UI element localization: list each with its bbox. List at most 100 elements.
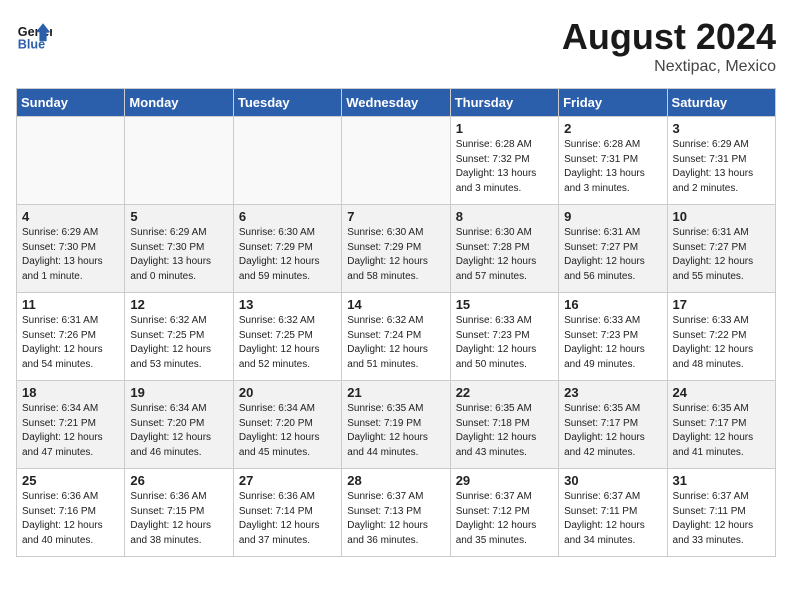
day-number: 29 [456,473,553,488]
calendar-day-17: 17 Sunrise: 6:33 AM Sunset: 7:22 PM Dayli… [667,293,775,381]
day-info: Sunrise: 6:28 AM Sunset: 7:32 PM Dayligh… [456,138,553,196]
day-number: 10 [673,209,770,224]
day-number: 21 [347,385,444,400]
calendar-day-22: 22 Sunrise: 6:35 AM Sunset: 7:18 PM Dayli… [450,381,558,469]
day-number: 27 [239,473,336,488]
day-number: 28 [347,473,444,488]
day-info: Sunrise: 6:29 AM Sunset: 7:31 PM Dayligh… [673,138,770,196]
day-info: Sunrise: 6:33 AM Sunset: 7:23 PM Dayligh… [456,314,553,372]
calendar-day-28: 28 Sunrise: 6:37 AM Sunset: 7:13 PM Dayli… [342,469,450,557]
day-info: Sunrise: 6:36 AM Sunset: 7:14 PM Dayligh… [239,490,336,548]
day-info: Sunrise: 6:30 AM Sunset: 7:29 PM Dayligh… [347,226,444,284]
day-number: 22 [456,385,553,400]
day-info: Sunrise: 6:37 AM Sunset: 7:12 PM Dayligh… [456,490,553,548]
day-number: 3 [673,121,770,136]
month-year: August 2024 [562,16,776,58]
calendar-day-29: 29 Sunrise: 6:37 AM Sunset: 7:12 PM Dayli… [450,469,558,557]
calendar-empty-cell [342,117,450,205]
calendar-day-8: 8Sunrise: 6:30 AM Sunset: 7:28 PM Daylig… [450,205,558,293]
weekday-header-wednesday: Wednesday [342,89,450,117]
day-number: 23 [564,385,661,400]
day-info: Sunrise: 6:29 AM Sunset: 7:30 PM Dayligh… [130,226,227,284]
calendar-week-row: 4 Sunrise: 6:29 AM Sunset: 7:30 PM Daylig… [17,205,776,293]
day-number: 11 [22,297,119,312]
calendar-day-26: 26Sunrise: 6:36 AM Sunset: 7:15 PM Dayli… [125,469,233,557]
calendar-day-7: 7 Sunrise: 6:30 AM Sunset: 7:29 PM Daylig… [342,205,450,293]
day-info: Sunrise: 6:34 AM Sunset: 7:21 PM Dayligh… [22,402,119,460]
day-info: Sunrise: 6:35 AM Sunset: 7:17 PM Dayligh… [564,402,661,460]
location: Nextipac, Mexico [562,58,776,76]
logo: General Blue [16,16,52,52]
day-number: 17 [673,297,770,312]
calendar-day-1: 1 Sunrise: 6:28 AM Sunset: 7:32 PM Daylig… [450,117,558,205]
calendar-day-2: 2 Sunrise: 6:28 AM Sunset: 7:31 PM Daylig… [559,117,667,205]
day-number: 14 [347,297,444,312]
day-number: 20 [239,385,336,400]
calendar-day-24: 24 Sunrise: 6:35 AM Sunset: 7:17 PM Dayli… [667,381,775,469]
calendar-day-27: 27 Sunrise: 6:36 AM Sunset: 7:14 PM Dayli… [233,469,341,557]
calendar-day-14: 14 Sunrise: 6:32 AM Sunset: 7:24 PM Dayli… [342,293,450,381]
calendar-table: SundayMondayTuesdayWednesdayThursdayFrid… [16,88,776,557]
day-number: 9 [564,209,661,224]
calendar-day-9: 9 Sunrise: 6:31 AM Sunset: 7:27 PM Daylig… [559,205,667,293]
day-number: 1 [456,121,553,136]
page-header: General Blue August 2024 Nextipac, Mexic… [16,16,776,76]
calendar-day-13: 13Sunrise: 6:32 AM Sunset: 7:25 PM Dayli… [233,293,341,381]
calendar-day-25: 25 Sunrise: 6:36 AM Sunset: 7:16 PM Dayli… [17,469,125,557]
day-info: Sunrise: 6:31 AM Sunset: 7:27 PM Dayligh… [673,226,770,284]
day-info: Sunrise: 6:32 AM Sunset: 7:25 PM Dayligh… [239,314,336,372]
calendar-week-row: 11Sunrise: 6:31 AM Sunset: 7:26 PM Dayli… [17,293,776,381]
day-info: Sunrise: 6:32 AM Sunset: 7:25 PM Dayligh… [130,314,227,372]
weekday-header-sunday: Sunday [17,89,125,117]
calendar-day-3: 3 Sunrise: 6:29 AM Sunset: 7:31 PM Daylig… [667,117,775,205]
day-info: Sunrise: 6:31 AM Sunset: 7:27 PM Dayligh… [564,226,661,284]
day-number: 15 [456,297,553,312]
calendar-empty-cell [17,117,125,205]
day-info: Sunrise: 6:37 AM Sunset: 7:13 PM Dayligh… [347,490,444,548]
day-info: Sunrise: 6:37 AM Sunset: 7:11 PM Dayligh… [673,490,770,548]
day-info: Sunrise: 6:35 AM Sunset: 7:19 PM Dayligh… [347,402,444,460]
day-info: Sunrise: 6:36 AM Sunset: 7:16 PM Dayligh… [22,490,119,548]
calendar-day-20: 20 Sunrise: 6:34 AM Sunset: 7:20 PM Dayli… [233,381,341,469]
weekday-header-saturday: Saturday [667,89,775,117]
calendar-empty-cell [125,117,233,205]
day-info: Sunrise: 6:33 AM Sunset: 7:22 PM Dayligh… [673,314,770,372]
calendar-day-4: 4Sunrise: 6:29 AM Sunset: 7:30 PM Daylig… [17,205,125,293]
calendar-day-21: 21 Sunrise: 6:35 AM Sunset: 7:19 PM Dayli… [342,381,450,469]
weekday-header-tuesday: Tuesday [233,89,341,117]
day-number: 18 [22,385,119,400]
day-info: Sunrise: 6:37 AM Sunset: 7:11 PM Dayligh… [564,490,661,548]
calendar-day-18: 18 Sunrise: 6:34 AM Sunset: 7:21 PM Dayli… [17,381,125,469]
day-number: 7 [347,209,444,224]
day-info: Sunrise: 6:32 AM Sunset: 7:24 PM Dayligh… [347,314,444,372]
calendar-day-30: 30Sunrise: 6:37 AM Sunset: 7:11 PM Dayli… [559,469,667,557]
calendar-day-6: 6Sunrise: 6:30 AM Sunset: 7:29 PM Daylig… [233,205,341,293]
calendar-week-row: 1 Sunrise: 6:28 AM Sunset: 7:32 PM Daylig… [17,117,776,205]
day-info: Sunrise: 6:35 AM Sunset: 7:18 PM Dayligh… [456,402,553,460]
weekday-header-friday: Friday [559,89,667,117]
day-info: Sunrise: 6:33 AM Sunset: 7:23 PM Dayligh… [564,314,661,372]
day-number: 26 [130,473,227,488]
day-info: Sunrise: 6:30 AM Sunset: 7:28 PM Dayligh… [456,226,553,284]
calendar-day-19: 19Sunrise: 6:34 AM Sunset: 7:20 PM Dayli… [125,381,233,469]
day-number: 25 [22,473,119,488]
title-block: August 2024 Nextipac, Mexico [562,16,776,76]
day-info: Sunrise: 6:28 AM Sunset: 7:31 PM Dayligh… [564,138,661,196]
day-number: 2 [564,121,661,136]
calendar-day-15: 15 Sunrise: 6:33 AM Sunset: 7:23 PM Dayli… [450,293,558,381]
day-number: 31 [673,473,770,488]
calendar-day-23: 23 Sunrise: 6:35 AM Sunset: 7:17 PM Dayli… [559,381,667,469]
calendar-day-12: 12Sunrise: 6:32 AM Sunset: 7:25 PM Dayli… [125,293,233,381]
day-number: 4 [22,209,119,224]
calendar-day-31: 31 Sunrise: 6:37 AM Sunset: 7:11 PM Dayli… [667,469,775,557]
calendar-day-5: 5Sunrise: 6:29 AM Sunset: 7:30 PM Daylig… [125,205,233,293]
weekday-header-thursday: Thursday [450,89,558,117]
calendar-week-row: 25 Sunrise: 6:36 AM Sunset: 7:16 PM Dayli… [17,469,776,557]
day-number: 6 [239,209,336,224]
calendar-empty-cell [233,117,341,205]
day-info: Sunrise: 6:35 AM Sunset: 7:17 PM Dayligh… [673,402,770,460]
logo-icon: General Blue [16,16,52,52]
calendar-body: 1 Sunrise: 6:28 AM Sunset: 7:32 PM Daylig… [17,117,776,557]
day-info: Sunrise: 6:34 AM Sunset: 7:20 PM Dayligh… [239,402,336,460]
day-number: 24 [673,385,770,400]
